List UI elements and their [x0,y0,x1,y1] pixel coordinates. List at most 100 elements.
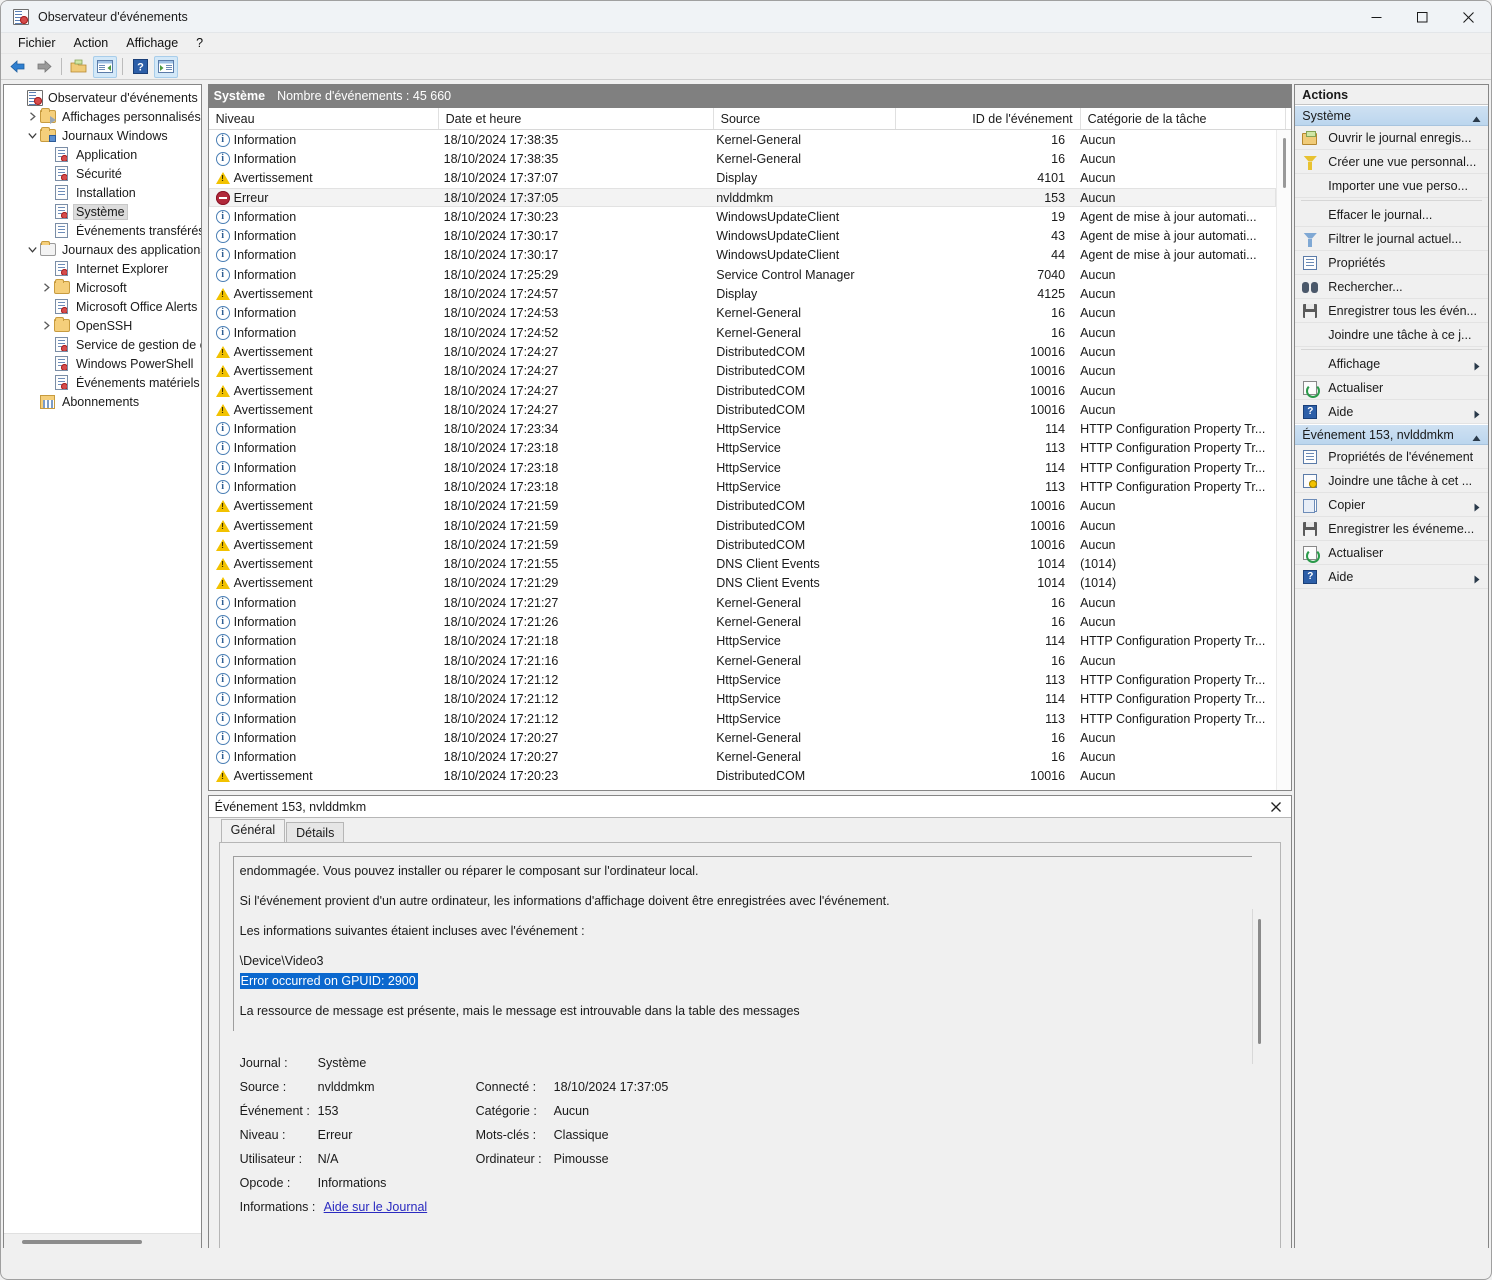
action-item-propri-t-s-de-l-v-nement[interactable]: Propriétés de l'événement [1295,445,1488,469]
tree-item-s-curit[interactable]: Sécurité [4,164,201,183]
event-row[interactable]: iInformation18/10/2024 17:21:12HttpServi… [209,709,1277,728]
tree-splitter[interactable] [202,82,206,1279]
tree-item-journaux-des-applications-et[interactable]: Journaux des applications et [4,240,201,259]
event-row[interactable]: Avertissement18/10/2024 17:24:27Distribu… [209,342,1277,361]
action-item-actualiser[interactable]: Actualiser [1295,376,1488,400]
action-item-joindre-une-t-che-cet[interactable]: Joindre une tâche à cet ... [1295,469,1488,493]
minimize-button[interactable] [1353,1,1399,33]
tree-item-syst-me[interactable]: Système [4,202,201,221]
event-row[interactable]: iInformation18/10/2024 17:38:35Kernel-Ge… [209,130,1277,149]
column-header-niveau[interactable]: Niveau [209,108,439,129]
chevron-down-icon[interactable] [24,240,40,259]
tree-item-abonnements[interactable]: Abonnements [4,392,201,411]
action-item-joindre-une-t-che-ce-j[interactable]: Joindre une tâche à ce j... [1295,323,1488,347]
event-row[interactable]: iInformation18/10/2024 17:23:18HttpServi… [209,458,1277,477]
open-folder-icon[interactable] [67,56,91,78]
event-row[interactable]: Avertissement18/10/2024 17:21:29DNS Clie… [209,574,1277,593]
tree-item-affichages-personnalis-s[interactable]: Affichages personnalisés [4,107,201,126]
event-row[interactable]: Avertissement18/10/2024 17:24:27Distribu… [209,381,1277,400]
action-item-enregistrer-tous-les-v-n[interactable]: Enregistrer tous les évén... [1295,299,1488,323]
show-hide-tree-icon[interactable] [93,56,117,78]
action-item-ouvrir-le-journal-enregis[interactable]: Ouvrir le journal enregis... [1295,126,1488,150]
message-vertical-scrollbar[interactable] [1252,909,1266,1064]
tab-general[interactable]: Général [221,819,285,842]
event-row[interactable]: iInformation18/10/2024 17:23:18HttpServi… [209,439,1277,458]
event-row[interactable]: iInformation18/10/2024 17:20:27Kernel-Ge… [209,748,1277,767]
tree-item-service-de-gestion-de-cl[interactable]: Service de gestion de clé: [4,335,201,354]
tree-item-v-nements-mat-riels[interactable]: Événements matériels [4,373,201,392]
tree-scroll-thumb[interactable] [22,1240,142,1244]
event-row[interactable]: Avertissement18/10/2024 17:37:07Display4… [209,169,1277,188]
action-item-effacer-le-journal[interactable]: Effacer le journal... [1295,203,1488,227]
event-row[interactable]: iInformation18/10/2024 17:21:18HttpServi… [209,632,1277,651]
event-row[interactable]: iInformation18/10/2024 17:38:35Kernel-Ge… [209,149,1277,168]
action-item-aide[interactable]: ?Aide [1295,400,1488,424]
tree-item-microsoft[interactable]: Microsoft [4,278,201,297]
event-row[interactable]: Erreur18/10/2024 17:37:05nvlddmkm153Aucu… [209,188,1277,207]
menu-affichage[interactable]: Affichage [117,34,187,52]
collapse-arrow-icon[interactable] [1472,431,1481,445]
event-row[interactable]: iInformation18/10/2024 17:30:23WindowsUp… [209,207,1277,226]
action-item-filtrer-le-journal-actuel[interactable]: Filtrer le journal actuel... [1295,227,1488,251]
event-row[interactable]: iInformation18/10/2024 17:24:53Kernel-Ge… [209,304,1277,323]
forward-icon[interactable] [32,56,56,78]
action-item-cr-er-une-vue-personnal[interactable]: Créer une vue personnal... [1295,150,1488,174]
event-row[interactable]: iInformation18/10/2024 17:25:29Service C… [209,265,1277,284]
event-row[interactable]: Avertissement18/10/2024 17:20:17Distribu… [209,786,1277,790]
log-help-link[interactable]: Aide sur le Journal [324,1200,428,1214]
event-row[interactable]: iInformation18/10/2024 17:30:17WindowsUp… [209,246,1277,265]
back-icon[interactable] [6,56,30,78]
action-item-enregistrer-les-v-neme[interactable]: Enregistrer les événeme... [1295,517,1488,541]
event-row[interactable]: iInformation18/10/2024 17:24:52Kernel-Ge… [209,323,1277,342]
tree-item-windows-powershell[interactable]: Windows PowerShell [4,354,201,373]
event-row[interactable]: iInformation18/10/2024 17:30:17WindowsUp… [209,226,1277,245]
event-list-scroll-thumb[interactable] [1283,138,1286,188]
event-row[interactable]: iInformation18/10/2024 17:21:27Kernel-Ge… [209,593,1277,612]
tree-item-microsoft-office-alerts[interactable]: Microsoft Office Alerts [4,297,201,316]
tree-item-v-nements-transf-r-s[interactable]: Événements transférés [4,221,201,240]
tab-details[interactable]: Détails [286,822,344,843]
tree-horizontal-scrollbar[interactable] [4,1233,201,1249]
chevron-down-icon[interactable] [24,126,40,145]
event-row[interactable]: Avertissement18/10/2024 17:20:23Distribu… [209,767,1277,786]
chevron-right-icon[interactable] [38,278,54,297]
event-row[interactable]: iInformation18/10/2024 17:21:16Kernel-Ge… [209,651,1277,670]
close-icon[interactable] [1267,798,1285,816]
actions-group-header[interactable]: Événement 153, nvlddmkm [1295,424,1488,445]
maximize-button[interactable] [1399,1,1445,33]
action-item-propri-t-s[interactable]: Propriétés [1295,251,1488,275]
tree-item-journaux-windows[interactable]: Journaux Windows [4,126,201,145]
menu-fichier[interactable]: Fichier [9,34,65,52]
event-row[interactable]: Avertissement18/10/2024 17:21:55DNS Clie… [209,555,1277,574]
show-hide-action-pane-icon[interactable] [154,56,178,78]
tree-item-internet-explorer[interactable]: Internet Explorer [4,259,201,278]
event-row[interactable]: Avertissement18/10/2024 17:21:59Distribu… [209,497,1277,516]
event-row[interactable]: iInformation18/10/2024 17:23:34HttpServi… [209,419,1277,438]
action-item-importer-une-vue-perso[interactable]: Importer une vue perso... [1295,174,1488,198]
event-row[interactable]: Avertissement18/10/2024 17:21:59Distribu… [209,516,1277,535]
event-row[interactable]: iInformation18/10/2024 17:21:26Kernel-Ge… [209,612,1277,631]
event-row[interactable]: Avertissement18/10/2024 17:24:27Distribu… [209,400,1277,419]
action-item-copier[interactable]: Copier [1295,493,1488,517]
tree-item-installation[interactable]: Installation [4,183,201,202]
column-header-id-de-l-v-nement[interactable]: ID de l'événement [896,108,1081,129]
chevron-right-icon[interactable] [38,316,54,335]
column-header-cat-gorie-de-la-t-che[interactable]: Catégorie de la tâche [1081,108,1286,129]
event-row[interactable]: Avertissement18/10/2024 17:21:59Distribu… [209,535,1277,554]
event-row[interactable]: iInformation18/10/2024 17:21:12HttpServi… [209,690,1277,709]
event-row[interactable]: iInformation18/10/2024 17:23:18HttpServi… [209,477,1277,496]
tree-item-application[interactable]: Application [4,145,201,164]
event-row[interactable]: iInformation18/10/2024 17:20:27Kernel-Ge… [209,728,1277,747]
tree-item-observateur-d-v-nements-loc[interactable]: Observateur d'événements (Locâ [4,88,201,107]
action-item-rechercher[interactable]: Rechercher... [1295,275,1488,299]
action-item-aide[interactable]: ?Aide [1295,565,1488,589]
menu-action[interactable]: Action [65,34,118,52]
action-item-actualiser[interactable]: Actualiser [1295,541,1488,565]
actions-group-header[interactable]: Système [1295,105,1488,126]
event-list-body[interactable]: iInformation18/10/2024 17:38:35Kernel-Ge… [209,130,1277,790]
event-row[interactable]: Avertissement18/10/2024 17:24:57Display4… [209,284,1277,303]
close-button[interactable] [1445,1,1491,33]
event-message-box[interactable]: endommagée. Vous pouvez installer ou rép… [233,856,1253,1031]
tree-item-openssh[interactable]: OpenSSH [4,316,201,335]
action-item-affichage[interactable]: Affichage [1295,352,1488,376]
